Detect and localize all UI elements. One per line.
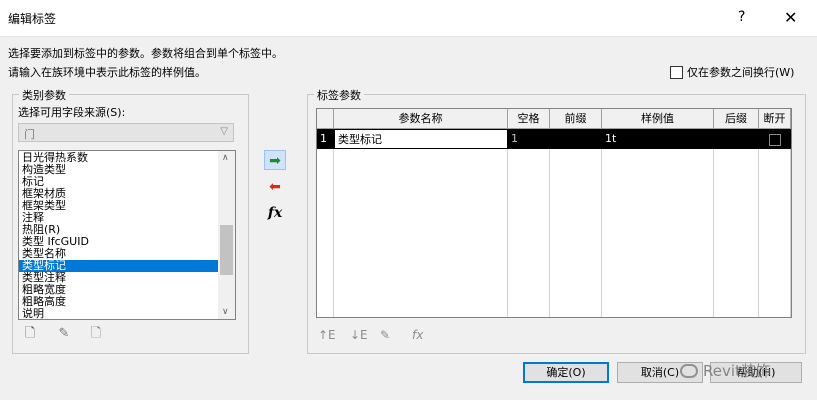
description-line-2: 请输入在族环境中表示此标签的样例值。 <box>8 66 206 79</box>
available-fields-list[interactable]: 日光得热系数 构造类型 标记 框架材质 框架类型 注释 热阻(R) 类型 Ifc… <box>18 150 236 320</box>
field-source-select[interactable]: 门 ▽ <box>18 123 234 142</box>
label-parameters-table[interactable]: 参数名称 空格 前缀 样例值 后缀 断开 1 类型标记 1 1t <box>316 108 792 318</box>
wrap-checkbox[interactable] <box>670 65 683 79</box>
header-param-name[interactable]: 参数名称 <box>334 109 508 129</box>
wechat-icon <box>680 363 698 378</box>
field-source-value: 门 <box>24 128 35 141</box>
list-item[interactable]: 粗略高度 <box>22 296 218 308</box>
field-source-label: 选择可用字段来源(S): <box>18 106 126 119</box>
wrap-between-params-option[interactable]: 仅在参数之间换行(W) <box>670 64 794 80</box>
watermark-text: Revit装饰 <box>703 362 771 380</box>
move-down-icon[interactable]: ↓E <box>350 328 368 342</box>
help-icon[interactable]: ? <box>738 9 745 25</box>
chevron-down-icon: ▽ <box>220 126 228 137</box>
header-sample-value[interactable]: 样例值 <box>602 109 714 129</box>
close-icon[interactable]: ✕ <box>784 8 797 27</box>
ok-button[interactable]: 确定(O) <box>523 362 609 383</box>
header-spaces[interactable]: 空格 <box>508 109 550 129</box>
fx-icon[interactable]: fx <box>264 203 286 223</box>
header-suffix[interactable]: 后缀 <box>714 109 759 129</box>
window-title: 编辑标签 <box>8 12 57 26</box>
break-checkbox[interactable] <box>769 134 781 146</box>
list-scrollbar[interactable]: ∧ ∨ <box>218 151 235 319</box>
title-bar: 编辑标签 ? ✕ <box>0 0 817 37</box>
prefix-cell[interactable] <box>550 129 602 149</box>
category-parameters-legend: 类别参数 <box>19 87 69 103</box>
param-name-cell[interactable]: 类型标记 <box>334 129 508 149</box>
scroll-up-icon[interactable]: ∧ <box>222 153 229 163</box>
arrow-left-remove-icon[interactable]: ⬅ <box>264 177 286 197</box>
scroll-down-icon[interactable]: ∨ <box>222 307 229 317</box>
header-prefix[interactable]: 前缀 <box>550 109 602 129</box>
fx-formula-icon[interactable]: fx <box>412 328 423 342</box>
wrap-checkbox-label: 仅在参数之间换行(W) <box>687 66 795 79</box>
arrow-right-add-icon[interactable]: ➡ <box>264 150 286 170</box>
scroll-thumb[interactable] <box>220 225 233 275</box>
edit-parameter-properties-icon[interactable]: ✎ <box>380 328 390 342</box>
label-parameters-legend: 标签参数 <box>314 87 364 103</box>
row-index: 1 <box>320 132 327 145</box>
list-item[interactable]: 构造类型 <box>22 164 218 176</box>
edit-parameter-icon[interactable]: ✎ <box>56 326 72 342</box>
header-corner <box>317 109 334 129</box>
new-parameter-icon[interactable]: 🗋 <box>22 326 38 342</box>
description-line-1: 选择要添加到标签中的参数。参数将组合到单个标签中。 <box>8 47 283 60</box>
sample-value-cell[interactable]: 1t <box>602 129 714 149</box>
list-item[interactable]: 框架类型 <box>22 200 218 212</box>
spaces-cell[interactable]: 1 <box>508 129 550 149</box>
header-break[interactable]: 断开 <box>759 109 791 129</box>
move-up-icon[interactable]: ↑E <box>318 328 336 342</box>
list-item[interactable]: 说明 <box>22 308 218 320</box>
delete-parameter-icon[interactable]: 🗋 <box>88 326 104 342</box>
suffix-cell[interactable] <box>714 129 759 149</box>
watermark: Revit装饰 <box>680 360 771 381</box>
